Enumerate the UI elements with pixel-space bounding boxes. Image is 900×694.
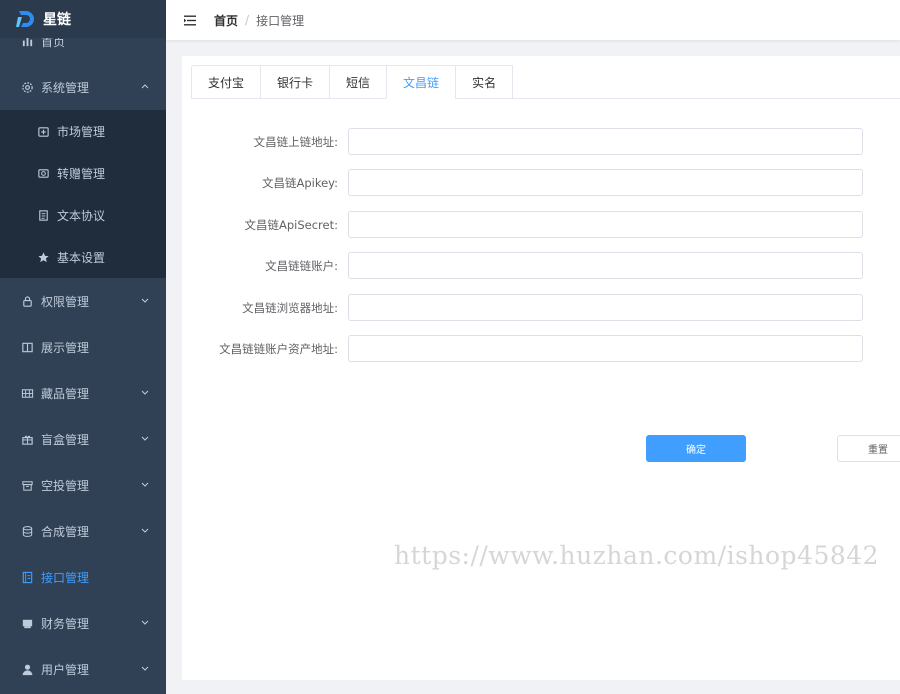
main-content: 支付宝 银行卡 短信 文昌链 实名 文昌链上链地址: 文昌链Apikey: 文昌…: [182, 56, 900, 680]
field-label: 文昌链Apikey:: [261, 175, 338, 190]
reset-button[interactable]: 重置: [837, 435, 900, 462]
chevron-down-icon: [141, 526, 149, 534]
sidebar-item-label: 基本设置: [57, 250, 106, 265]
field-label: 文昌链浏览器地址:: [242, 300, 338, 315]
app-title: 星链: [43, 12, 71, 28]
sidebar-item-label: 用户管理: [41, 662, 90, 677]
sidebar-item-transfer[interactable]: 转赠管理: [0, 152, 166, 194]
document-icon: [36, 208, 50, 222]
star-icon: [36, 250, 50, 264]
sidebar-item-user[interactable]: 用户管理: [0, 646, 166, 692]
chevron-down-icon: [141, 618, 149, 626]
chain-account-input[interactable]: [348, 252, 863, 279]
hamburger-icon[interactable]: [184, 15, 196, 26]
chevron-down-icon: [141, 434, 149, 442]
database-icon: [20, 524, 34, 538]
form-row: 文昌链链账户:: [182, 252, 900, 279]
field-label: 文昌链链账户资产地址:: [219, 341, 338, 356]
account-asset-url-input[interactable]: [348, 335, 863, 362]
sidebar-item-label: 盲盒管理: [41, 432, 90, 447]
sidebar-submenu-system: 市场管理 转赠管理 文本协议 基本设置: [0, 110, 166, 278]
sidebar-item-api[interactable]: 接口管理: [0, 554, 166, 600]
top-header: 首页 / 接口管理: [166, 0, 900, 40]
chevron-down-icon: [141, 296, 149, 304]
breadcrumb: 首页 / 接口管理: [214, 12, 304, 29]
sidebar-item-label: 权限管理: [41, 294, 90, 309]
chevron-down-icon: [141, 388, 149, 396]
sidebar-item-label: 转赠管理: [57, 166, 106, 181]
form-row: 文昌链ApiSecret:: [182, 211, 900, 238]
sidebar-item-label: 市场管理: [57, 124, 106, 139]
breadcrumb-home[interactable]: 首页: [214, 12, 238, 29]
sidebar-item-label: 空投管理: [41, 478, 90, 493]
sidebar-item-text-agreement[interactable]: 文本协议: [0, 194, 166, 236]
sidebar-item-label: 文本协议: [57, 208, 106, 223]
confirm-button[interactable]: 确定: [646, 435, 746, 462]
form-row: 文昌链浏览器地址:: [182, 294, 900, 321]
grid-icon: [20, 386, 34, 400]
tab-real-name[interactable]: 实名: [455, 65, 514, 99]
gear-icon: [20, 80, 34, 94]
gift-icon: [20, 432, 34, 446]
box-icon: [20, 478, 34, 492]
apisecret-input[interactable]: [348, 211, 863, 238]
form-row: 文昌链链账户资产地址:: [182, 335, 900, 362]
field-label: 文昌链链账户:: [265, 258, 338, 273]
sidebar-item-label: 合成管理: [41, 524, 90, 539]
sidebar-item-blind-box[interactable]: 盲盒管理: [0, 416, 166, 462]
lock-icon: [20, 294, 34, 308]
sidebar-item-label: 系统管理: [41, 80, 90, 95]
tab-sms[interactable]: 短信: [329, 65, 387, 99]
form-row: 文昌链上链地址:: [182, 128, 900, 155]
sidebar: 首页 系统管理 市场管理 转赠管理 文本协议 基本设置 权限管理 展示管理 藏品…: [0, 0, 166, 694]
sidebar-item-airdrop[interactable]: 空投管理: [0, 462, 166, 508]
tab-wenchang-chain[interactable]: 文昌链: [386, 65, 456, 99]
sidebar-item-label: 展示管理: [41, 340, 90, 355]
sidebar-item-label: 接口管理: [41, 570, 90, 585]
sidebar-item-synthesis[interactable]: 合成管理: [0, 508, 166, 554]
user-icon: [20, 662, 34, 676]
tab-alipay[interactable]: 支付宝: [191, 65, 261, 99]
sidebar-menu: 首页 系统管理 市场管理 转赠管理 文本协议 基本设置 权限管理 展示管理 藏品…: [0, 18, 166, 692]
sidebar-item-label: 藏品管理: [41, 386, 90, 401]
chevron-up-icon: [141, 82, 149, 90]
tab-bar: 支付宝 银行卡 短信 文昌链 实名: [191, 65, 900, 99]
breadcrumb-separator: /: [245, 13, 250, 27]
transfer-icon: [36, 166, 50, 180]
sidebar-item-label: 财务管理: [41, 616, 90, 631]
wallet-icon: [20, 616, 34, 630]
sidebar-item-collection[interactable]: 藏品管理: [0, 370, 166, 416]
field-label: 文昌链上链地址:: [253, 134, 338, 149]
sidebar-item-permission[interactable]: 权限管理: [0, 278, 166, 324]
market-icon: [36, 124, 50, 138]
chevron-down-icon: [141, 480, 149, 488]
tab-bank-card[interactable]: 银行卡: [260, 65, 330, 99]
logo-icon: [16, 11, 34, 27]
book-icon: [20, 340, 34, 354]
api-icon: [20, 570, 34, 584]
sidebar-item-market[interactable]: 市场管理: [0, 110, 166, 152]
sidebar-item-system[interactable]: 系统管理: [0, 64, 166, 110]
form-row: 文昌链Apikey:: [182, 169, 900, 196]
breadcrumb-current: 接口管理: [256, 13, 305, 28]
app-logo[interactable]: 星链: [0, 0, 166, 38]
browser-url-input[interactable]: [348, 294, 863, 321]
chevron-down-icon: [141, 664, 149, 672]
apikey-input[interactable]: [348, 169, 863, 196]
sidebar-item-display[interactable]: 展示管理: [0, 324, 166, 370]
watermark-text: https://www.huzhan.com/ishop45842: [394, 541, 880, 570]
sidebar-item-basic-settings[interactable]: 基本设置: [0, 236, 166, 278]
sidebar-item-finance[interactable]: 财务管理: [0, 600, 166, 646]
chain-url-input[interactable]: [348, 128, 863, 155]
field-label: 文昌链ApiSecret:: [244, 217, 339, 232]
